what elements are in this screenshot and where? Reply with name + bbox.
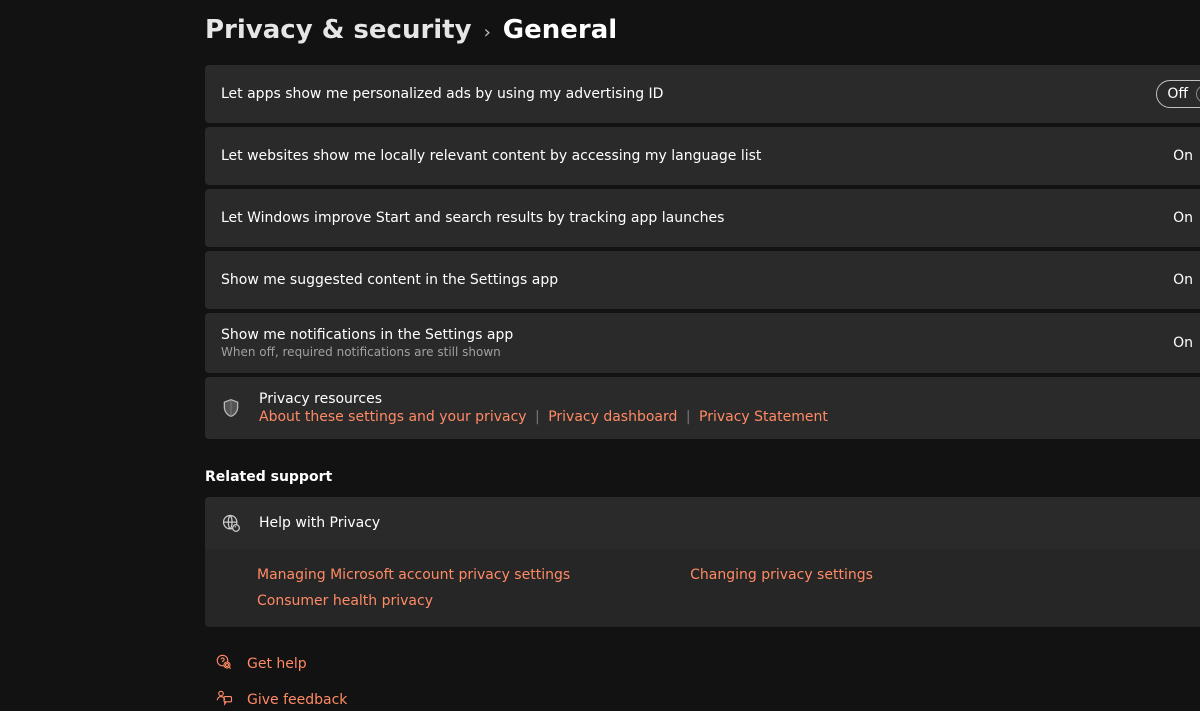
shield-icon	[221, 397, 241, 419]
help-icon	[215, 653, 233, 675]
link-privacy-statement[interactable]: Privacy Statement	[699, 409, 828, 425]
link-changing-privacy-settings[interactable]: Changing privacy settings	[690, 567, 873, 583]
setting-row-advertising-id: Let apps show me personalized ads by usi…	[205, 65, 1200, 123]
help-title: Help with Privacy	[259, 515, 380, 531]
setting-label: Let Windows improve Start and search res…	[221, 210, 724, 226]
setting-row-notifications: Show me notifications in the Settings ap…	[205, 313, 1200, 373]
privacy-resources-links: About these settings and your privacy | …	[259, 409, 828, 425]
setting-label: Show me suggested content in the Setting…	[221, 272, 558, 288]
separator: |	[686, 409, 691, 425]
related-support-heading: Related support	[205, 469, 1200, 485]
toggle-state-label: On	[1173, 210, 1193, 226]
toggle-state-label: On	[1173, 272, 1193, 288]
link-consumer-health-privacy[interactable]: Consumer health privacy	[257, 593, 570, 609]
breadcrumb-parent[interactable]: Privacy & security	[205, 15, 472, 45]
toggle-switch-icon	[1196, 85, 1200, 103]
link-managing-account-privacy[interactable]: Managing Microsoft account privacy setti…	[257, 567, 570, 583]
setting-sublabel: When off, required notifications are sti…	[221, 345, 513, 359]
setting-row-language-list: Let websites show me locally relevant co…	[205, 127, 1200, 185]
breadcrumb-current: General	[503, 15, 617, 45]
setting-label: Let websites show me locally relevant co…	[221, 148, 761, 164]
give-feedback-label: Give feedback	[247, 692, 347, 708]
help-with-privacy-body: Managing Microsoft account privacy setti…	[205, 549, 1200, 627]
globe-help-icon	[221, 513, 241, 533]
get-help-link[interactable]: Get help	[215, 653, 1200, 675]
chevron-right-icon: ›	[484, 22, 491, 43]
toggle-state-label: Off	[1167, 86, 1188, 102]
toggle-state-label: On	[1173, 335, 1193, 351]
feedback-icon	[215, 689, 233, 711]
separator: |	[535, 409, 540, 425]
setting-row-suggested-content: Show me suggested content in the Setting…	[205, 251, 1200, 309]
link-about-settings[interactable]: About these settings and your privacy	[259, 409, 527, 425]
toggle-state-label: On	[1173, 148, 1193, 164]
setting-label: Show me notifications in the Settings ap…	[221, 327, 513, 343]
privacy-resources-title: Privacy resources	[259, 391, 828, 407]
help-with-privacy-header[interactable]: Help with Privacy ︿	[205, 497, 1200, 549]
give-feedback-link[interactable]: Give feedback	[215, 689, 1200, 711]
link-privacy-dashboard[interactable]: Privacy dashboard	[548, 409, 677, 425]
toggle-advertising-id[interactable]: Off	[1156, 80, 1200, 108]
setting-row-app-launches: Let Windows improve Start and search res…	[205, 189, 1200, 247]
setting-label: Let apps show me personalized ads by usi…	[221, 86, 663, 102]
privacy-resources-card: Privacy resources About these settings a…	[205, 377, 1200, 439]
breadcrumb: Privacy & security › General	[205, 15, 1200, 45]
get-help-label: Get help	[247, 656, 307, 672]
